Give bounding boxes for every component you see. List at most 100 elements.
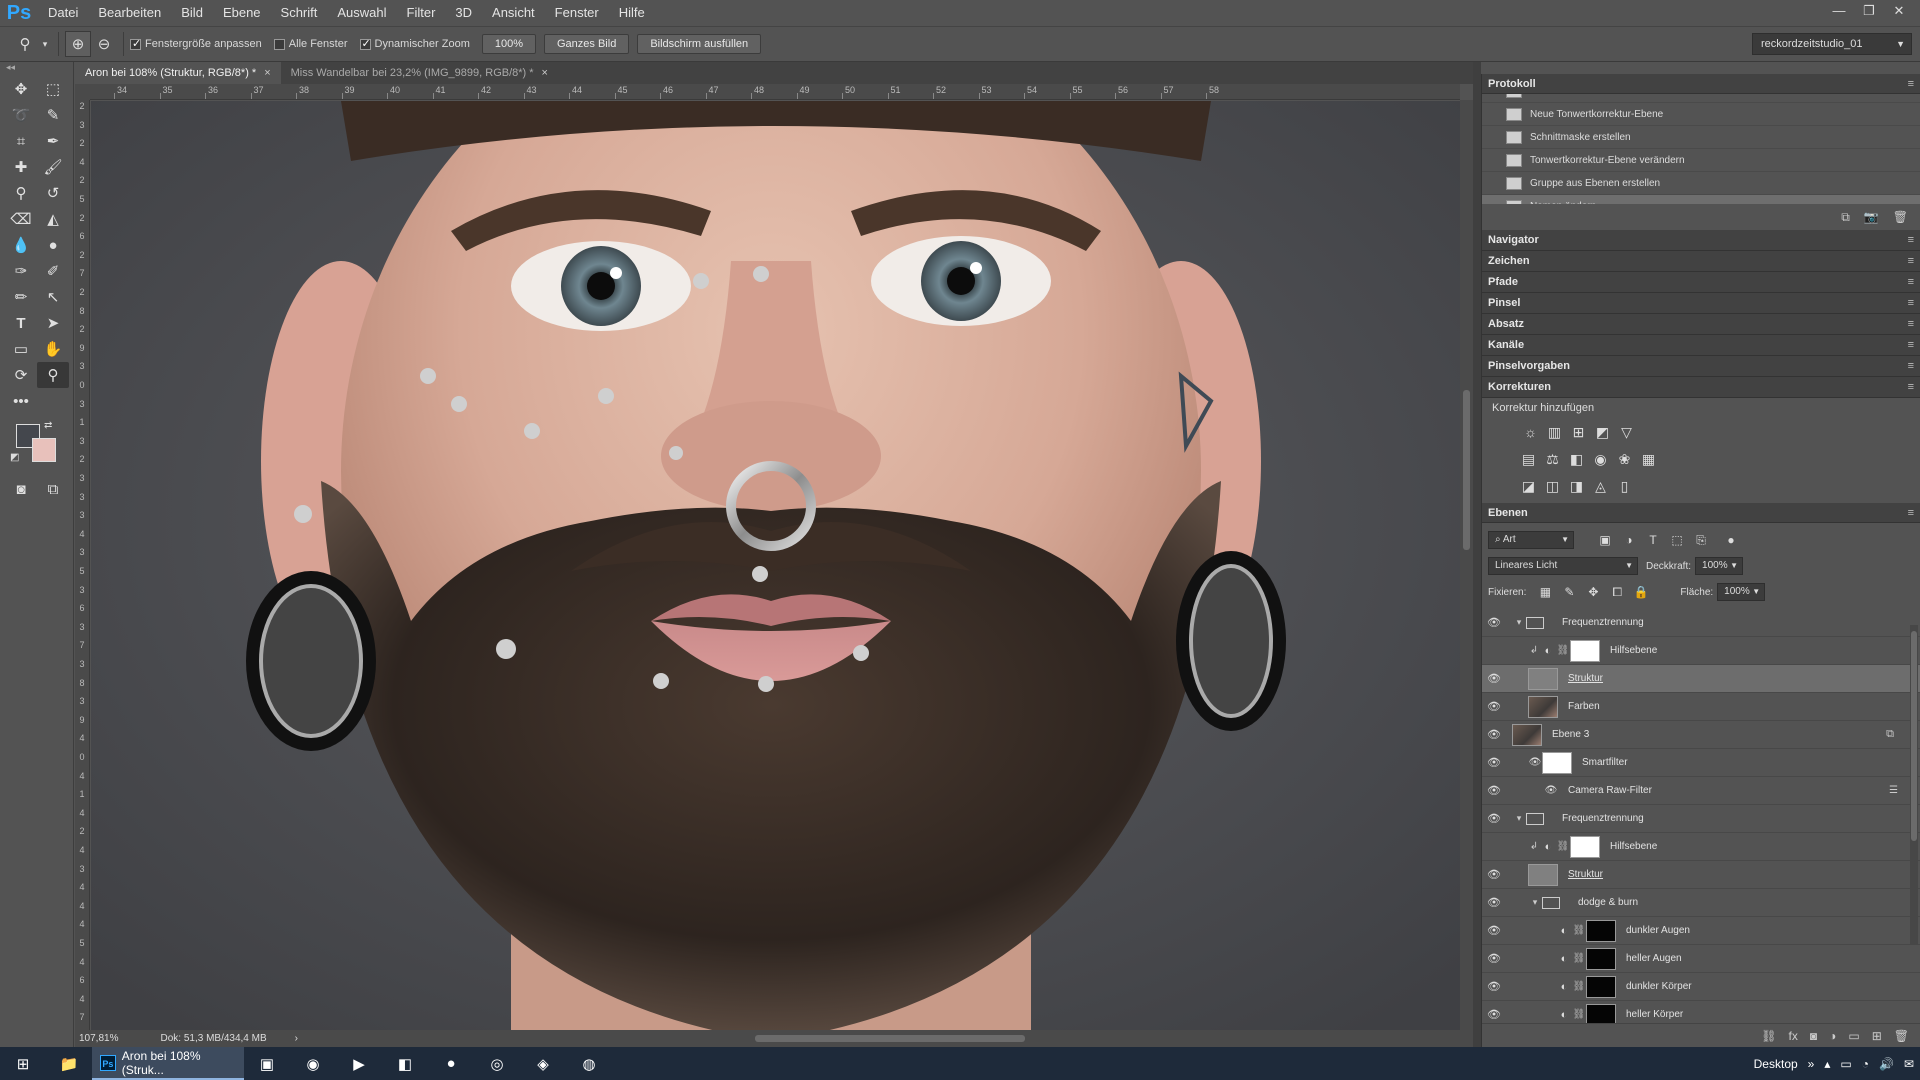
menu-item[interactable]: Datei — [38, 0, 88, 26]
tray-icon[interactable]: ▴ — [1824, 1057, 1830, 1071]
photo-filter-icon[interactable]: ◉ — [1592, 451, 1609, 467]
history-panel-header[interactable]: Protokoll ≡ — [1482, 74, 1920, 94]
visibility-eye-icon[interactable]: 👁 — [1482, 616, 1506, 629]
default-colors-icon[interactable]: ◩ — [10, 452, 19, 463]
filter-eye-icon[interactable]: 👁 — [1544, 785, 1558, 796]
history-snapshot-slot[interactable] — [1482, 195, 1500, 205]
volume-icon[interactable]: 🔊 — [1879, 1057, 1894, 1071]
layer-thumbnail[interactable] — [1528, 695, 1558, 718]
layer-row[interactable]: 👁 ◐ ⛓ dunkler Augen — [1482, 917, 1920, 945]
hue-saturation-icon[interactable]: ▤ — [1520, 451, 1537, 467]
minimize-icon[interactable]: — — [1824, 0, 1854, 22]
new-document-from-state-icon[interactable]: ⧉ — [1841, 210, 1850, 225]
layer-name[interactable]: Camera Raw-Filter — [1568, 785, 1652, 796]
filter-smart-object-icon[interactable]: ⎘ — [1692, 533, 1710, 548]
scroll-thumb[interactable] — [1463, 390, 1470, 550]
zoom-out-icon[interactable]: ⊖ — [91, 31, 117, 57]
lock-pixels-icon[interactable]: ✎ — [1560, 585, 1578, 599]
layer-mask-thumbnail[interactable] — [1586, 919, 1616, 942]
link-icon[interactable]: ⛓ — [1556, 645, 1570, 656]
filter-pixel-icon[interactable]: ▣ — [1596, 533, 1614, 547]
history-item[interactable]: Namen ändern — [1482, 195, 1920, 204]
selective-color-icon[interactable]: ◬ — [1592, 478, 1609, 494]
more-tools-icon[interactable]: ••• — [5, 388, 37, 414]
marquee-tool-icon[interactable]: ⬚ — [37, 76, 69, 102]
lock-artboard-icon[interactable]: ⧠ — [1608, 585, 1626, 600]
channel-mixer-icon[interactable]: ❀ — [1616, 451, 1633, 467]
menu-item[interactable]: 3D — [445, 0, 482, 26]
restore-icon[interactable]: ❐ — [1854, 0, 1884, 22]
background-color-swatch[interactable] — [32, 438, 56, 462]
crop-tool-icon[interactable]: ⌗ — [5, 128, 37, 154]
screen-mode-icon[interactable]: ⧉ — [37, 476, 69, 502]
layer-row[interactable]: 👁 ↲ ◐ ⛓ Hilfsebene — [1482, 833, 1920, 861]
document-tab[interactable]: Miss Wandelbar bei 23,2% (IMG_9899, RGB/… — [280, 62, 558, 84]
expand-chevron-icon[interactable]: ▾ — [1512, 617, 1526, 628]
trash-icon[interactable]: 🗑 — [1893, 210, 1908, 224]
layer-mask-thumbnail[interactable] — [1570, 639, 1600, 662]
close-icon[interactable]: ✕ — [1884, 0, 1914, 22]
layer-name[interactable]: Frequenztrennung — [1562, 617, 1644, 628]
checkbox-checked[interactable] — [130, 37, 141, 50]
brush-tool-icon[interactable]: 🖌 — [37, 154, 69, 180]
panel-menu-icon[interactable]: ≡ — [1908, 74, 1914, 94]
visibility-eye-icon[interactable]: 👁 — [1482, 784, 1506, 797]
menu-item[interactable]: Ansicht — [482, 0, 545, 26]
visibility-eye-icon[interactable]: 👁 — [1482, 812, 1506, 825]
expand-chevron-icon[interactable]: ▾ — [1512, 813, 1526, 824]
dodge-tool-icon[interactable]: ● — [37, 232, 69, 258]
smartfilter-eye-icon[interactable]: 👁 — [1528, 757, 1542, 768]
filter-toggle-icon[interactable]: ● — [1722, 533, 1740, 547]
posterize-icon[interactable]: ◫ — [1544, 478, 1561, 494]
eraser-tool-icon[interactable]: ⌫ — [5, 206, 37, 232]
new-adjustment-layer-icon[interactable]: ◑ — [1829, 1029, 1836, 1043]
smartfilter-mask-thumbnail[interactable] — [1542, 751, 1572, 774]
link-icon[interactable]: ⛓ — [1572, 953, 1586, 964]
menu-item[interactable]: Fenster — [545, 0, 609, 26]
visibility-eye-icon[interactable]: 👁 — [1482, 840, 1506, 853]
layer-name[interactable]: dunkler Augen — [1626, 925, 1690, 936]
panel-header[interactable]: Pinselvorgaben ≡ — [1482, 356, 1920, 377]
expand-chevron-icon[interactable]: ▾ — [1528, 897, 1542, 908]
folder-app-icon[interactable]: ● — [428, 1047, 474, 1080]
vibrance-icon[interactable]: ▽ — [1618, 424, 1635, 440]
menu-item[interactable]: Bearbeiten — [88, 0, 171, 26]
link-icon[interactable]: ⛓ — [1556, 841, 1570, 852]
battery-icon[interactable]: ▭ — [1840, 1057, 1851, 1071]
panel-menu-icon[interactable]: ≡ — [1908, 314, 1914, 335]
document-canvas[interactable] — [91, 101, 1460, 1030]
rectangle-tool-icon[interactable]: ▭ — [5, 336, 37, 362]
chevron-down-icon[interactable]: ▾ — [38, 31, 52, 57]
visibility-eye-icon[interactable]: 👁 — [1482, 672, 1506, 685]
layer-name[interactable]: Struktur — [1568, 673, 1603, 684]
panel-header[interactable]: Navigator ≡ — [1482, 230, 1920, 251]
filter-adjustment-icon[interactable]: ◑ — [1620, 533, 1638, 547]
firefox-icon[interactable]: ◉ — [290, 1047, 336, 1080]
all-windows-checkbox[interactable]: Alle Fenster — [273, 38, 348, 50]
fill-screen-button[interactable]: Bildschirm ausfüllen — [637, 34, 762, 54]
panel-grip-icon[interactable]: ◂◂ — [0, 62, 73, 76]
curves-icon[interactable]: ⊞ — [1570, 424, 1587, 440]
clone-stamp-tool-icon[interactable]: ⚲ — [5, 180, 37, 206]
workspace-select[interactable]: reckordzeitstudio_01 ▼ — [1752, 33, 1912, 55]
type-tool-icon[interactable]: T — [5, 310, 37, 336]
blur-tool-icon[interactable]: 💧 — [5, 232, 37, 258]
visibility-eye-icon[interactable]: 👁 — [1482, 980, 1506, 993]
panel-header[interactable]: Pinsel ≡ — [1482, 293, 1920, 314]
layer-row[interactable]: 👁 Struktur — [1482, 861, 1920, 889]
layer-row[interactable]: 👁 👁 Camera Raw-Filter ☰ — [1482, 777, 1920, 805]
network-icon[interactable]: ◔ — [1862, 1057, 1869, 1071]
rotate-view-tool-icon[interactable]: ⟳ — [5, 362, 37, 388]
layer-name[interactable]: Ebene 3 — [1552, 729, 1589, 740]
trash-icon[interactable]: 🗑 — [1894, 1029, 1909, 1043]
layer-mask-thumbnail[interactable] — [1570, 835, 1600, 858]
file-explorer-icon[interactable]: 📁 — [46, 1047, 92, 1080]
paint-bucket-tool-icon[interactable]: ◭ — [37, 206, 69, 232]
layer-name[interactable]: Hilfsebene — [1610, 841, 1657, 852]
layer-row[interactable]: 👁 Ebene 3 ⧉ — [1482, 721, 1920, 749]
vertical-ruler[interactable]: 2 3 2 4 2 5 2 6 2 7 2 8 2 9 3 0 3 1 3 2 3 3 3 4 3 5 3 6 3 7 3 8 3 9 4 0 4 1 4 2… — [75, 100, 90, 1030]
color-lookup-icon[interactable]: ▦ — [1640, 451, 1657, 467]
adjustments-panel-header[interactable]: Korrekturen ≡ — [1482, 377, 1920, 398]
visibility-eye-icon[interactable]: 👁 — [1482, 924, 1506, 937]
layer-thumbnail[interactable] — [1512, 723, 1542, 746]
